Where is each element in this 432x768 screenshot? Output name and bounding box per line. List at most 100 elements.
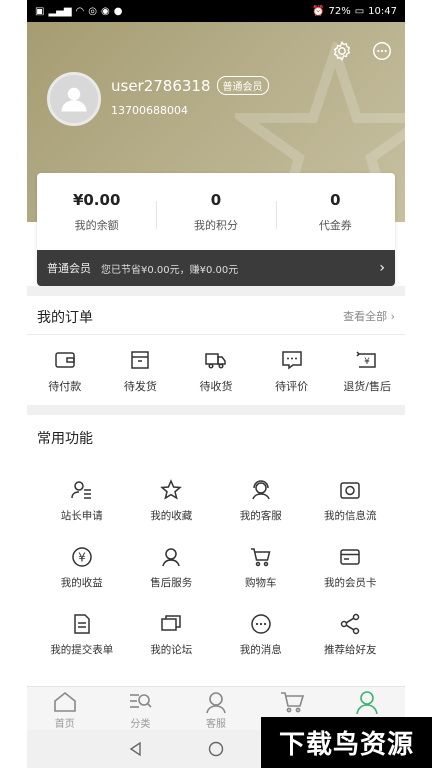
stat-value: ¥0.00	[72, 190, 121, 209]
stat-vouchers[interactable]: 0 代金券	[275, 190, 395, 233]
func-label: 站长申请	[60, 510, 103, 522]
comment-icon	[281, 351, 302, 370]
func-label: 我的收益	[60, 577, 103, 589]
stat-label: 代金券	[318, 218, 352, 232]
star-icon	[160, 479, 183, 500]
sim-icon: ▣	[35, 5, 45, 17]
member-bar-label: 普通会员	[47, 262, 91, 275]
func-after-sales[interactable]: 售后服务	[127, 545, 217, 590]
stats-card: ¥0.00 我的余额 0 我的积分 0 代金券 普通会员 您已节省¥0.00元，…	[37, 173, 395, 286]
stat-label: 我的余额	[74, 218, 119, 232]
func-customer-service[interactable]: 我的客服	[216, 478, 306, 523]
order-item-label: 待评价	[275, 380, 309, 393]
refund-icon: ¥	[356, 351, 376, 368]
order-pending-payment[interactable]: 待付款	[27, 348, 103, 394]
yen-circle-icon: ¥	[72, 547, 92, 567]
cart-icon	[280, 692, 304, 713]
func-label: 我的会员卡	[324, 577, 377, 589]
func-label: 我的客服	[239, 510, 282, 522]
watermark-logo: 下载鸟资源	[261, 717, 432, 768]
stat-label: 我的积分	[193, 218, 238, 232]
share-icon	[341, 613, 360, 635]
home-icon	[53, 691, 76, 712]
svg-text:¥: ¥	[78, 551, 86, 565]
member-bar[interactable]: 普通会员 您已节省¥0.00元，赚¥0.00元 ›	[37, 250, 395, 286]
wifi-icon: ◠	[75, 5, 85, 17]
tab-label: 分类	[130, 719, 151, 730]
tab-category[interactable]: 分类	[103, 687, 179, 730]
chevron-right-icon: ›	[379, 260, 385, 276]
username-row: user2786318 普通会员	[111, 76, 269, 95]
back-icon[interactable]	[127, 740, 145, 758]
tab-home[interactable]: 首页	[27, 687, 103, 730]
func-earnings[interactable]: ¥ 我的收益	[37, 545, 127, 590]
order-refund[interactable]: ¥ 退货/售后	[329, 348, 405, 394]
alarm-icon: ⏰	[312, 5, 325, 17]
func-label: 我的信息流	[324, 510, 377, 522]
func-label: 我的论坛	[150, 644, 193, 656]
section-divider	[27, 286, 405, 296]
order-item-label: 待发货	[123, 380, 157, 393]
stat-balance[interactable]: ¥0.00 我的余额	[37, 191, 156, 233]
status-right: ⏰ 72% ▭ 10:47	[312, 6, 397, 17]
func-info-feed[interactable]: 我的信息流	[306, 478, 396, 523]
order-pending-shipment[interactable]: 待发货	[103, 348, 179, 394]
func-member-card[interactable]: 我的会员卡	[306, 545, 396, 590]
func-label: 我的消息	[239, 644, 282, 656]
order-pending-receipt[interactable]: 待收货	[178, 348, 254, 394]
service-person-icon	[162, 548, 180, 567]
profile-icon	[356, 691, 378, 714]
order-item-label: 待付款	[48, 380, 82, 393]
func-favorites[interactable]: 我的收藏	[127, 478, 217, 523]
signal-icon: ▂▄▆	[48, 5, 72, 17]
functions-grid: 站长申请 我的收藏 我的客服 我的信息流 ¥ 我的收益 售后服务 购物车 我的会…	[37, 478, 395, 657]
phone-number: 13700688004	[111, 104, 188, 117]
card-icon	[340, 549, 360, 565]
avatar-person-icon	[61, 87, 87, 112]
func-cart[interactable]: 购物车	[216, 545, 306, 590]
func-submitted-forms[interactable]: 我的提交表单	[37, 612, 127, 657]
battery-icon: ▭	[354, 5, 365, 17]
func-label: 售后服务	[150, 577, 193, 589]
func-label: 推荐给好友	[324, 644, 377, 656]
stats-row: ¥0.00 我的余额 0 我的积分 0 代金券	[37, 173, 395, 250]
person-apply-icon	[71, 481, 91, 499]
gear-icon[interactable]	[331, 40, 353, 62]
order-pending-review[interactable]: 待评价	[254, 348, 330, 394]
avatar[interactable]	[47, 72, 101, 126]
status-time: 10:47	[368, 5, 397, 17]
func-label: 我的提交表单	[50, 644, 114, 656]
func-messages[interactable]: 我的消息	[216, 612, 306, 657]
view-all-label: 查看全部	[343, 310, 388, 323]
camera-icon	[340, 482, 360, 499]
status-left: ▣ ▂▄▆ ◠ ◎ ◉ ●	[35, 6, 122, 17]
member-badge: 普通会员	[216, 76, 269, 95]
stat-value: 0	[210, 190, 222, 209]
message-icon[interactable]	[371, 40, 393, 62]
stat-points[interactable]: 0 我的积分	[156, 191, 275, 233]
box-icon	[131, 351, 150, 369]
header-icons	[331, 40, 393, 62]
home-circle-icon[interactable]	[207, 740, 225, 758]
tab-customer-service[interactable]: 客服	[178, 687, 254, 730]
functions-title: 常用功能	[37, 431, 93, 447]
order-status-row: 待付款 待发货 待收货 待评价 ¥ 退货/售后	[27, 348, 405, 394]
view-all-orders-link[interactable]: 查看全部 ›	[343, 308, 395, 324]
func-recommend-friends[interactable]: 推荐给好友	[306, 612, 396, 657]
truck-icon	[205, 353, 226, 369]
svg-text:¥: ¥	[364, 357, 370, 367]
func-forum[interactable]: 我的论坛	[127, 612, 217, 657]
headphones-icon: ◎	[88, 5, 97, 17]
member-savings: 您已节省¥0.00元，赚¥0.00元	[101, 264, 239, 276]
category-search-icon	[130, 694, 152, 708]
stat-value: 0	[330, 190, 341, 209]
eye-icon: ◉	[101, 5, 110, 17]
customer-service-icon	[206, 692, 226, 714]
order-item-label: 退货/售后	[343, 380, 392, 393]
func-webmaster-apply[interactable]: 站长申请	[37, 478, 127, 523]
tab-label: 客服	[205, 719, 226, 730]
forum-icon	[161, 615, 181, 631]
func-label: 我的收藏	[150, 510, 193, 522]
chat-icon: ●	[113, 5, 123, 17]
order-item-label: 待收货	[199, 380, 233, 393]
